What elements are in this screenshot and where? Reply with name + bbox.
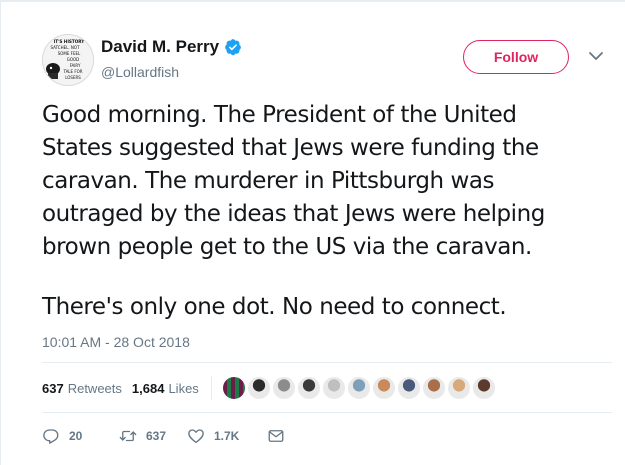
tweet-text-line: States suggested that Jews were funding … — [42, 135, 539, 161]
likes-count: 1,684 — [131, 380, 165, 396]
reply-icon — [43, 429, 59, 444]
liker-avatar[interactable] — [371, 376, 396, 400]
verified-badge-icon — [225, 39, 241, 56]
direct-message-icon — [268, 430, 284, 442]
liker-avatar[interactable] — [471, 376, 496, 400]
svg-text:SOME FEEL: SOME FEEL — [58, 51, 81, 56]
liker-avatar[interactable] — [446, 376, 471, 400]
reply-count: 20 — [69, 429, 83, 443]
tweet-stats: 637 Retweets 1,684 Likes — [42, 376, 497, 400]
direct-message-button[interactable] — [267, 427, 285, 445]
retweet-button[interactable]: 637 — [119, 427, 183, 445]
liker-avatar[interactable] — [296, 376, 321, 400]
retweets-stat[interactable]: 637 Retweets — [42, 381, 122, 396]
divider — [42, 412, 612, 413]
stats-separator — [210, 376, 212, 400]
tweet-text: Good morning. The President of the Unite… — [42, 99, 602, 324]
reply-button[interactable]: 20 — [42, 427, 106, 445]
liker-avatar[interactable] — [321, 376, 346, 400]
tweet-text-line: outraged by the ideas that Jews were hel… — [42, 201, 545, 227]
avatar[interactable]: IT'S HISTORY SATCHEL. NOT SOME FEEL GOOD… — [42, 34, 94, 86]
liker-avatars — [221, 376, 497, 400]
liker-avatar[interactable] — [421, 376, 446, 400]
svg-text:SATCHEL. NOT: SATCHEL. NOT — [51, 45, 80, 50]
retweet-count: 637 — [146, 429, 167, 443]
tweet-text-line: brown people get to the US via the carav… — [42, 234, 532, 260]
window-top-edge — [0, 0, 625, 2]
likes-stat[interactable]: 1,684 Likes — [132, 381, 199, 396]
chevron-down-icon — [589, 52, 603, 60]
like-button[interactable]: 1.7K — [187, 427, 267, 445]
tweet-text-line: caravan. The murderer in Pittsburgh was — [42, 168, 495, 194]
retweets-label: Retweets — [67, 380, 122, 396]
follow-button[interactable]: Follow — [463, 40, 569, 74]
svg-text:GOOD: GOOD — [67, 57, 79, 62]
tweet-actions: 20 637 1.7K — [42, 425, 285, 447]
svg-text:LOSERS: LOSERS — [65, 75, 81, 80]
author-display-name[interactable]: David M. Perry — [101, 37, 219, 57]
avatar-image: IT'S HISTORY SATCHEL. NOT SOME FEEL GOOD… — [43, 35, 93, 85]
heart-icon — [188, 429, 204, 444]
tweet-header: IT'S HISTORY SATCHEL. NOT SOME FEEL GOOD… — [42, 34, 612, 86]
more-options-caret[interactable] — [588, 50, 604, 62]
like-count: 1.7K — [214, 429, 240, 443]
tweet-closing-line: There's only one dot. No need to connect… — [42, 294, 507, 320]
liker-avatar[interactable] — [396, 376, 421, 400]
tweet-timestamp[interactable]: 10:01 AM - 28 Oct 2018 — [42, 334, 190, 350]
svg-text:TALE FOR: TALE FOR — [62, 69, 82, 74]
likes-label: Likes — [168, 380, 199, 396]
liker-avatar[interactable] — [346, 376, 371, 400]
author-name-row: David M. Perry — [101, 37, 242, 57]
liker-avatar[interactable] — [271, 376, 296, 400]
tweet-text-line: Good morning. The President of the Unite… — [42, 102, 517, 128]
retweets-count: 637 — [42, 380, 64, 396]
liker-avatar[interactable] — [246, 376, 271, 400]
divider — [42, 362, 612, 363]
author-handle[interactable]: @Lollardfish — [101, 64, 179, 80]
retweet-icon — [119, 430, 137, 442]
window-left-edge — [0, 0, 1, 465]
svg-text:IT'S HISTORY: IT'S HISTORY — [54, 39, 86, 44]
liker-avatar[interactable] — [221, 376, 246, 400]
svg-text:FAIRY: FAIRY — [70, 63, 81, 68]
